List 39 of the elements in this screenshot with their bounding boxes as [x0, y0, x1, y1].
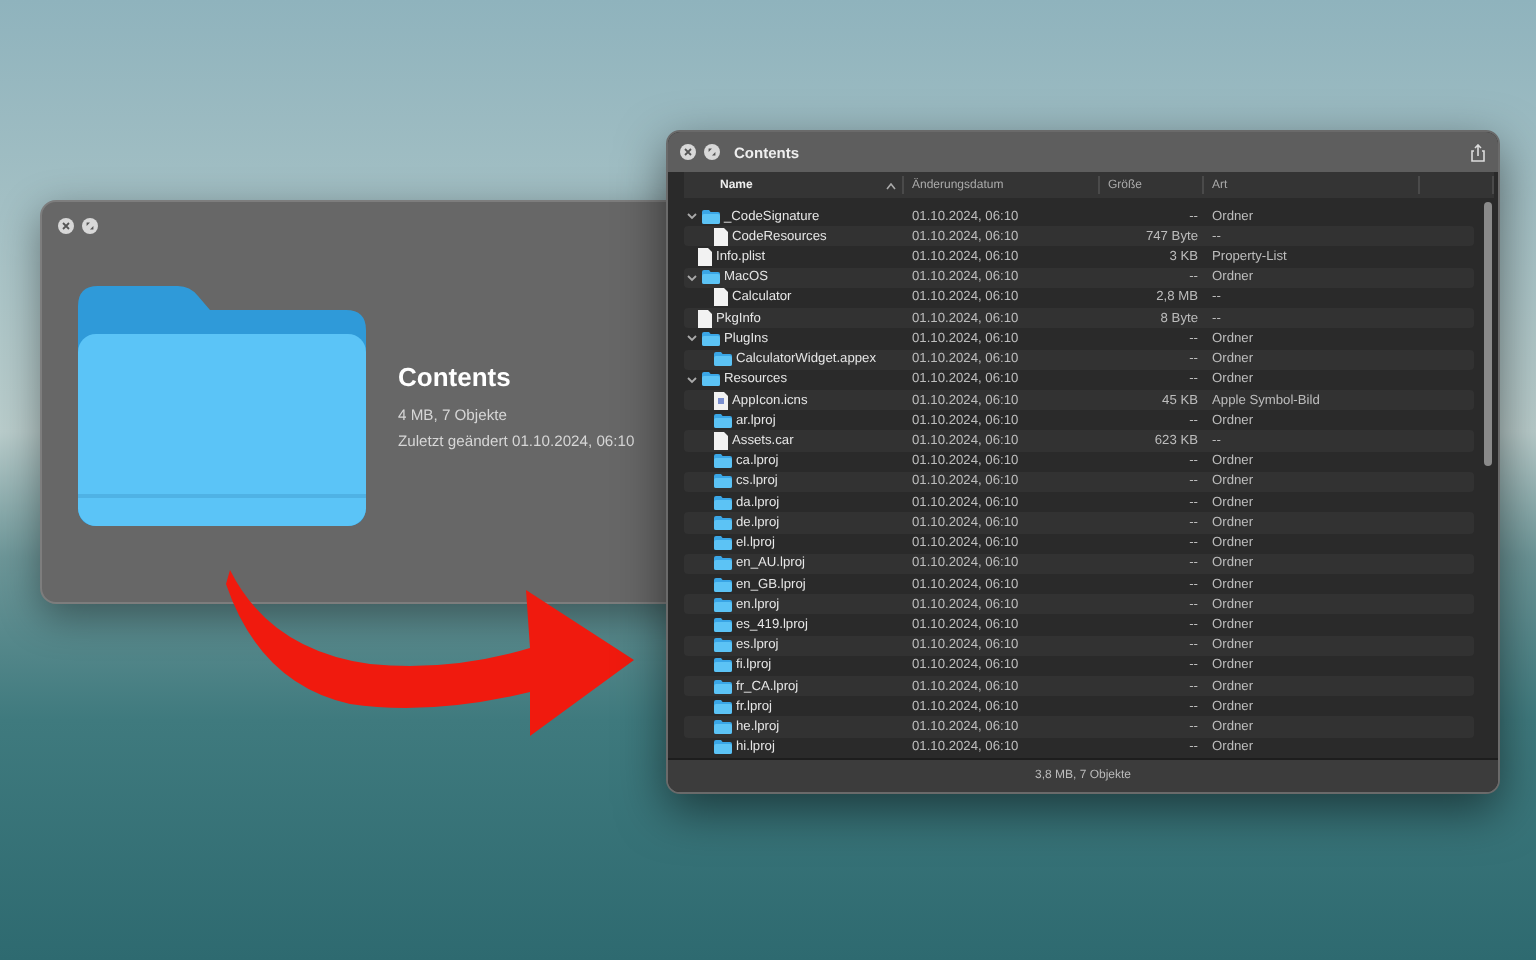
folder-icon [714, 740, 732, 755]
folder-icon [714, 536, 732, 551]
share-icon[interactable] [1470, 143, 1486, 161]
folder-icon [714, 679, 732, 694]
folder-icon [714, 638, 732, 653]
document-icon [714, 432, 728, 451]
folder-icon [714, 699, 732, 714]
folder-icon [702, 372, 720, 387]
disclosure-chevron-icon[interactable] [686, 210, 698, 223]
fullscreen-button[interactable] [704, 144, 720, 160]
image-file-icon [714, 391, 728, 410]
folder-icon [714, 454, 732, 469]
folder-icon [714, 495, 732, 510]
expand-arrows-icon [86, 222, 94, 230]
folder-icon [714, 556, 732, 571]
scrollbar-thumb[interactable] [1484, 202, 1492, 466]
folder-icon [714, 515, 732, 530]
disclosure-chevron-icon[interactable] [686, 271, 698, 284]
folder-title: Contents [398, 362, 513, 392]
close-button[interactable] [680, 144, 696, 160]
expand-arrows-icon [708, 148, 716, 156]
folder-icon [78, 286, 366, 526]
folder-icon [714, 413, 732, 428]
folder-icon [702, 331, 720, 346]
close-icon [684, 148, 692, 156]
fullscreen-button[interactable] [82, 218, 98, 234]
folder-icon [702, 209, 720, 224]
close-button[interactable] [58, 218, 74, 234]
folder-icon [714, 658, 732, 673]
disclosure-chevron-icon[interactable] [686, 373, 698, 386]
folder-icon [714, 617, 732, 632]
folder-icon [714, 720, 732, 735]
folder-icon [714, 597, 732, 612]
folder-icon [702, 270, 720, 285]
folder-icon [714, 352, 732, 367]
close-icon [62, 222, 70, 230]
disclosure-chevron-icon[interactable] [686, 332, 698, 345]
folder-icon [714, 474, 732, 489]
folder-icon [714, 577, 732, 592]
